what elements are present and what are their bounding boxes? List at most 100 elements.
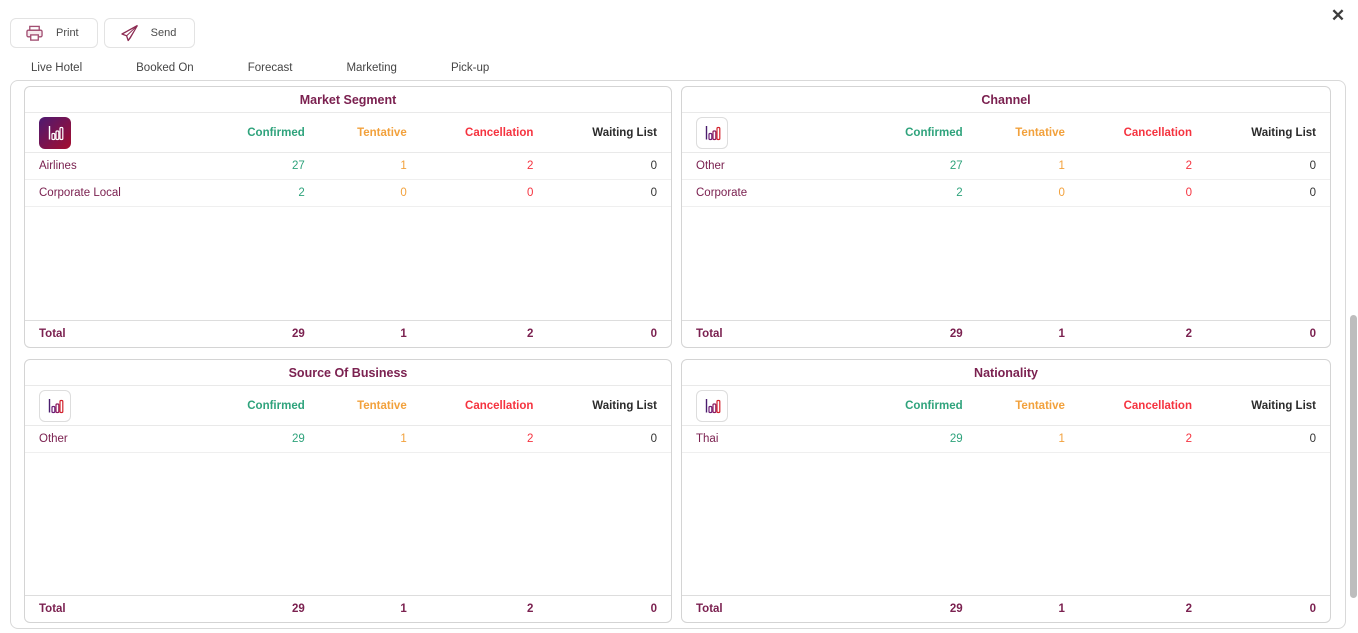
close-icon[interactable]: ✕ — [1326, 4, 1350, 28]
cell-waiting-list: 0 — [533, 160, 657, 172]
bar-chart-icon — [45, 396, 65, 416]
column-header-tentative: Tentative — [305, 400, 407, 412]
cell-waiting-list: 0 — [1192, 433, 1316, 445]
cell-confirmed: 2 — [863, 187, 962, 199]
column-header-waiting-list: Waiting List — [1192, 127, 1316, 139]
cell-cancellation: 0 — [1065, 187, 1192, 199]
panel-nationality: Nationality Confirmed Tentative Cancella… — [681, 359, 1331, 623]
page-title: Source Of Business — [25, 360, 671, 386]
total-row: Total 29 1 2 0 — [25, 595, 671, 622]
total-label: Total — [696, 603, 863, 615]
total-tentative: 1 — [305, 328, 407, 340]
cell-waiting-list: 0 — [1192, 160, 1316, 172]
cell-cancellation: 2 — [407, 433, 534, 445]
cell-tentative: 1 — [305, 160, 407, 172]
row-label: Thai — [696, 433, 863, 445]
table-row: Corporate 2 0 0 0 — [682, 180, 1330, 207]
total-tentative: 1 — [963, 328, 1065, 340]
bar-chart-icon — [702, 396, 722, 416]
row-label: Corporate Local — [39, 187, 206, 199]
row-label: Corporate — [696, 187, 863, 199]
bar-chart-icon-button[interactable] — [696, 117, 728, 149]
table-row: Other 29 1 2 0 — [25, 426, 671, 453]
panel-channel: Channel Confirmed Tentative Cancellation — [681, 86, 1331, 348]
print-button-label: Print — [56, 27, 79, 39]
column-header-cancellation: Cancellation — [407, 400, 534, 412]
bar-chart-icon-button[interactable] — [39, 117, 71, 149]
cell-cancellation: 2 — [1065, 160, 1192, 172]
total-confirmed: 29 — [863, 603, 962, 615]
total-confirmed: 29 — [863, 328, 962, 340]
table-row: Thai 29 1 2 0 — [682, 426, 1330, 453]
cell-confirmed: 29 — [206, 433, 305, 445]
column-header-cancellation: Cancellation — [407, 127, 534, 139]
table-header: Confirmed Tentative Cancellation Waiting… — [25, 386, 671, 426]
printer-icon — [25, 25, 44, 42]
total-tentative: 1 — [305, 603, 407, 615]
cell-waiting-list: 0 — [533, 187, 657, 199]
table-header: Confirmed Tentative Cancellation Waiting… — [682, 113, 1330, 153]
column-header-tentative: Tentative — [963, 127, 1065, 139]
page-title: Nationality — [682, 360, 1330, 386]
cell-tentative: 1 — [305, 433, 407, 445]
row-label: Airlines — [39, 160, 206, 172]
column-header-waiting-list: Waiting List — [1192, 400, 1316, 412]
cell-confirmed: 27 — [863, 160, 962, 172]
vertical-scrollbar[interactable] — [1350, 315, 1357, 598]
total-waiting-list: 0 — [533, 328, 657, 340]
cell-waiting-list: 0 — [1192, 187, 1316, 199]
table-row: Airlines 27 1 2 0 — [25, 153, 671, 180]
total-row: Total 29 1 2 0 — [25, 320, 671, 347]
column-header-confirmed: Confirmed — [863, 400, 962, 412]
panel-market-segment: Market Segment Confirmed Tentative Cance… — [24, 86, 672, 348]
row-label: Other — [696, 160, 863, 172]
cell-confirmed: 29 — [863, 433, 962, 445]
toolbar: Print Send — [10, 18, 195, 48]
cell-tentative: 1 — [963, 160, 1065, 172]
bar-chart-icon — [45, 123, 65, 143]
send-button[interactable]: Send — [104, 18, 196, 48]
row-label: Other — [39, 433, 206, 445]
bar-chart-icon-button[interactable] — [696, 390, 728, 422]
cell-waiting-list: 0 — [533, 433, 657, 445]
panel-source-of-business: Source Of Business Confirmed Tentative C… — [24, 359, 672, 623]
total-row: Total 29 1 2 0 — [682, 320, 1330, 347]
cell-confirmed: 27 — [206, 160, 305, 172]
column-header-cancellation: Cancellation — [1065, 400, 1192, 412]
total-confirmed: 29 — [206, 603, 305, 615]
cell-cancellation: 2 — [407, 160, 534, 172]
total-waiting-list: 0 — [1192, 328, 1316, 340]
cell-cancellation: 2 — [1065, 433, 1192, 445]
column-header-cancellation: Cancellation — [1065, 127, 1192, 139]
total-tentative: 1 — [963, 603, 1065, 615]
cell-cancellation: 0 — [407, 187, 534, 199]
cell-tentative: 1 — [963, 433, 1065, 445]
bar-chart-icon-button[interactable] — [39, 390, 71, 422]
total-label: Total — [39, 328, 206, 340]
total-confirmed: 29 — [206, 328, 305, 340]
column-header-confirmed: Confirmed — [206, 127, 305, 139]
page-title: Channel — [682, 87, 1330, 113]
table-header: Confirmed Tentative Cancellation Waiting… — [682, 386, 1330, 426]
cell-tentative: 0 — [305, 187, 407, 199]
cell-tentative: 0 — [963, 187, 1065, 199]
column-header-waiting-list: Waiting List — [533, 127, 657, 139]
page-title: Market Segment — [25, 87, 671, 113]
report-window: ✕ Print Send Live Hotel — [0, 0, 1358, 633]
total-row: Total 29 1 2 0 — [682, 595, 1330, 622]
cell-confirmed: 2 — [206, 187, 305, 199]
total-label: Total — [39, 603, 206, 615]
column-header-confirmed: Confirmed — [863, 127, 962, 139]
table-header: Confirmed Tentative Cancellation Waiting… — [25, 113, 671, 153]
total-waiting-list: 0 — [1192, 603, 1316, 615]
report-body: Market Segment Confirmed Tentative Cance… — [10, 80, 1346, 629]
column-header-tentative: Tentative — [305, 127, 407, 139]
print-button[interactable]: Print — [10, 18, 98, 48]
send-button-label: Send — [151, 27, 177, 39]
total-cancellation: 2 — [1065, 603, 1192, 615]
total-cancellation: 2 — [1065, 328, 1192, 340]
column-header-tentative: Tentative — [963, 400, 1065, 412]
total-cancellation: 2 — [407, 603, 534, 615]
total-waiting-list: 0 — [533, 603, 657, 615]
total-label: Total — [696, 328, 863, 340]
